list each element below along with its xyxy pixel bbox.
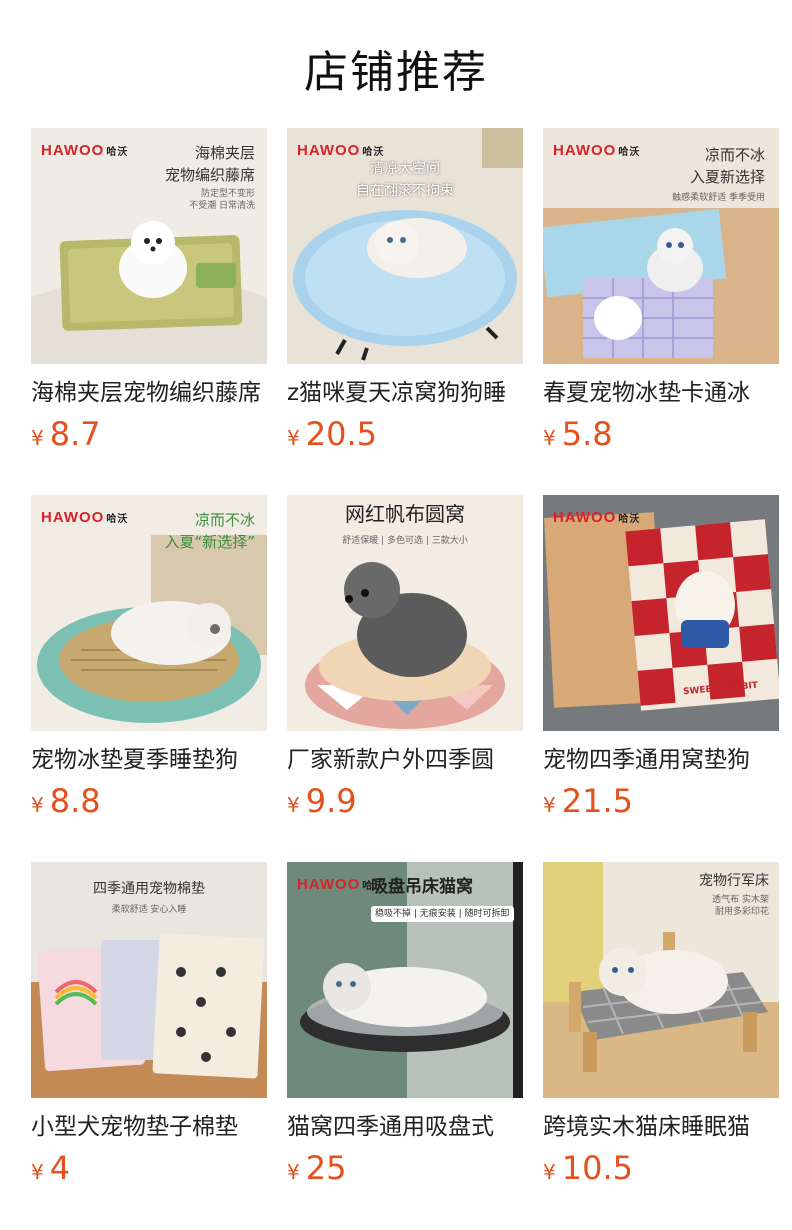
- image-headline: 入夏新选择: [689, 168, 765, 186]
- product-name[interactable]: 宠物冰垫夏季睡垫狗: [31, 745, 267, 775]
- image-subtext: 防定型不变形: [200, 189, 255, 199]
- image-headline: 凉而不冰: [704, 146, 765, 164]
- product-price: ¥4: [31, 1148, 267, 1194]
- product-image[interactable]: HAWOO 哈沃 海棉夹层 宠物编织藤席 防定型不变形 不受潮 日常清洗: [31, 128, 267, 364]
- price-value: 8.8: [49, 782, 101, 820]
- brand-logo: HAWOO 哈沃: [297, 142, 385, 159]
- product-name[interactable]: 跨境实木猫床睡眠猫: [543, 1112, 779, 1142]
- product-card[interactable]: 四季通用宠物棉垫 柔软舒适 安心入睡 小型犬宠物垫子棉垫 ¥4: [31, 862, 267, 1194]
- price-value: 10.5: [561, 1149, 633, 1187]
- product-image[interactable]: 四季通用宠物棉垫 柔软舒适 安心入睡: [31, 862, 267, 1098]
- product-card[interactable]: HAWOO 哈沃 凉而不冰 入夏“新选择” 宠物冰垫夏季睡垫狗 ¥8.8: [31, 495, 267, 827]
- currency-symbol: ¥: [31, 426, 44, 450]
- product-image[interactable]: 网红帆布圆窝 舒适保暖 | 多色可选 | 三款大小: [287, 495, 523, 731]
- image-headline: 海棉夹层: [194, 144, 255, 162]
- image-subtext: 透气布 实木架: [712, 895, 769, 905]
- product-image[interactable]: HAWOO 哈沃 凉而不冰 入夏“新选择”: [31, 495, 267, 731]
- price-value: 20.5: [305, 415, 377, 453]
- image-headline: 宠物编织藤席: [164, 166, 255, 184]
- product-price: ¥9.9: [287, 781, 523, 827]
- product-card[interactable]: HAWOO 哈沃 清凉大空间 自在翻滚不拘束 z猫咪夏天凉窝狗狗睡 ¥20.5: [287, 128, 523, 460]
- currency-symbol: ¥: [287, 1160, 300, 1184]
- product-name[interactable]: 小型犬宠物垫子棉垫: [31, 1112, 267, 1142]
- product-price: ¥5.8: [543, 414, 779, 460]
- image-headline: 自在翻滚不拘束: [356, 183, 454, 199]
- product-image[interactable]: HAWOO 哈沃 凉而不冰 入夏新选择 触感柔软舒适 季季受用: [543, 128, 779, 364]
- image-headline: 宠物行军床: [699, 873, 769, 889]
- currency-symbol: ¥: [543, 793, 556, 817]
- currency-symbol: ¥: [287, 426, 300, 450]
- product-price: ¥10.5: [543, 1148, 779, 1194]
- product-grid: HAWOO 哈沃 海棉夹层 宠物编织藤席 防定型不变形 不受潮 日常清洗 海棉夹层…: [0, 0, 792, 1230]
- image-subtext: 舒适保暖 | 多色可选 | 三款大小: [342, 536, 468, 546]
- image-headline: 吸盘吊床猫窝: [371, 877, 473, 897]
- price-value: 21.5: [561, 782, 633, 820]
- product-price: ¥25: [287, 1148, 523, 1194]
- product-price: ¥21.5: [543, 781, 779, 827]
- product-card[interactable]: 网红帆布圆窝 舒适保暖 | 多色可选 | 三款大小 厂家新款户外四季圆 ¥9.9: [287, 495, 523, 827]
- image-headline: 入夏“新选择”: [164, 533, 255, 551]
- currency-symbol: ¥: [543, 1160, 556, 1184]
- product-card[interactable]: HAWOO 哈沃 海棉夹层 宠物编织藤席 防定型不变形 不受潮 日常清洗 海棉夹层…: [31, 128, 267, 460]
- product-card[interactable]: HAWOO 哈沃 凉而不冰 入夏新选择 触感柔软舒适 季季受用 春夏宠物冰垫卡通冰…: [543, 128, 779, 460]
- product-name[interactable]: z猫咪夏天凉窝狗狗睡: [287, 378, 523, 408]
- image-headline: 网红帆布圆窝: [345, 502, 465, 526]
- image-subtext: 不受潮 日常清洗: [189, 201, 255, 211]
- product-name[interactable]: 宠物四季通用窝垫狗: [543, 745, 779, 775]
- product-card[interactable]: HAWOO 哈沃 吸盘吊床猫窝 稳吸不掉 | 无痕安装 | 随时可拆卸 猫窝四季通…: [287, 862, 523, 1194]
- product-image[interactable]: HAWOO 哈沃 清凉大空间 自在翻滚不拘束: [287, 128, 523, 364]
- price-value: 9.9: [305, 782, 357, 820]
- product-name[interactable]: 海棉夹层宠物编织藤席: [31, 378, 267, 408]
- image-subtext: 稳吸不掉 | 无痕安装 | 随时可拆卸: [375, 909, 510, 919]
- currency-symbol: ¥: [543, 426, 556, 450]
- price-value: 8.7: [49, 415, 101, 453]
- product-image[interactable]: HAWOO 哈沃 SWEET RABBIT: [543, 495, 779, 731]
- currency-symbol: ¥: [287, 793, 300, 817]
- image-headline: 四季通用宠物棉垫: [93, 881, 205, 897]
- brand-logo: HAWOO 哈沃: [41, 142, 129, 159]
- product-price: ¥20.5: [287, 414, 523, 460]
- currency-symbol: ¥: [31, 793, 44, 817]
- product-image[interactable]: HAWOO 哈沃 吸盘吊床猫窝 稳吸不掉 | 无痕安装 | 随时可拆卸: [287, 862, 523, 1098]
- image-subtext: 触感柔软舒适 季季受用: [672, 193, 765, 203]
- product-name[interactable]: 春夏宠物冰垫卡通冰: [543, 378, 779, 408]
- product-card[interactable]: 宠物行军床 透气布 实木架 耐用多彩印花 跨境实木猫床睡眠猫 ¥10.5: [543, 862, 779, 1194]
- price-value: 4: [49, 1149, 71, 1187]
- image-subtext: 耐用多彩印花: [714, 907, 769, 917]
- product-price: ¥8.8: [31, 781, 267, 827]
- product-name[interactable]: 厂家新款户外四季圆: [287, 745, 523, 775]
- image-headline: 清凉大空间: [370, 161, 440, 177]
- image-headline: 凉而不冰: [194, 511, 255, 529]
- product-image[interactable]: 宠物行军床 透气布 实木架 耐用多彩印花: [543, 862, 779, 1098]
- price-value: 5.8: [561, 415, 613, 453]
- image-subtext: 柔软舒适 安心入睡: [111, 905, 187, 915]
- product-price: ¥8.7: [31, 414, 267, 460]
- brand-logo: HAWOO 哈沃: [553, 142, 641, 159]
- price-value: 25: [305, 1149, 347, 1187]
- product-card[interactable]: HAWOO 哈沃 SWEET RABBIT 宠物四季通用窝垫狗 ¥21.5: [543, 495, 779, 827]
- brand-logo: HAWOO 哈沃: [553, 509, 641, 526]
- currency-symbol: ¥: [31, 1160, 44, 1184]
- brand-logo: HAWOO 哈沃: [41, 509, 129, 526]
- product-name[interactable]: 猫窝四季通用吸盘式: [287, 1112, 523, 1142]
